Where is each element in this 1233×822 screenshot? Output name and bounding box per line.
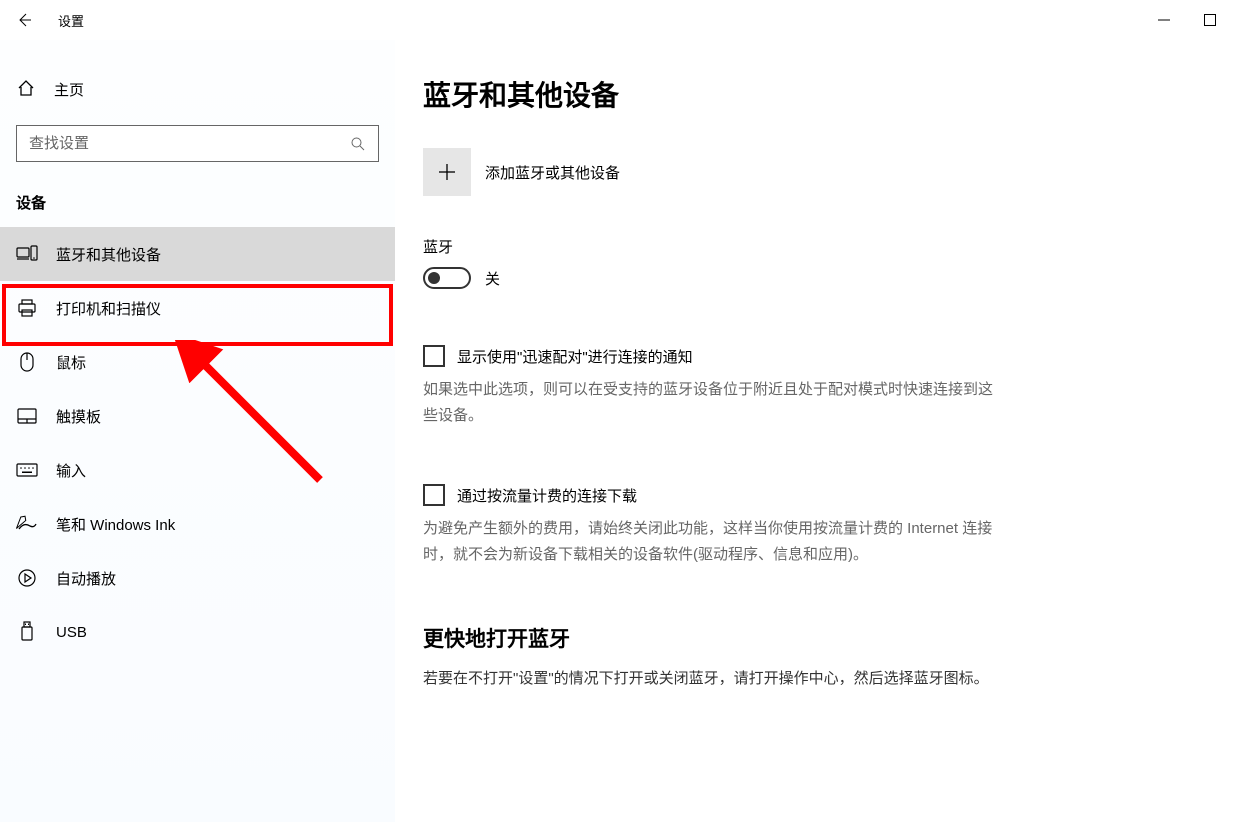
faster-bluetooth-body: 若要在不打开"设置"的情况下打开或关闭蓝牙，请打开操作中心，然后选择蓝牙图标。 xyxy=(423,667,1073,688)
quickpair-label: 显示使用"迅速配对"进行连接的通知 xyxy=(457,345,693,367)
home-link[interactable]: 主页 xyxy=(0,68,395,111)
search-input[interactable] xyxy=(29,135,348,152)
sidebar-item-pen-ink[interactable]: 笔和 Windows Ink xyxy=(0,497,395,551)
sidebar-item-label: 打印机和扫描仪 xyxy=(56,298,161,319)
search-icon xyxy=(348,134,368,154)
sidebar-item-usb[interactable]: USB xyxy=(0,605,395,659)
usb-icon xyxy=(16,621,38,643)
metered-label: 通过按流量计费的连接下载 xyxy=(457,484,637,506)
sidebar-item-label: 自动播放 xyxy=(56,568,116,589)
minimize-button[interactable] xyxy=(1141,0,1187,40)
devices-icon xyxy=(16,243,38,265)
arrow-left-icon xyxy=(16,12,32,28)
bluetooth-heading: 蓝牙 xyxy=(423,236,1183,257)
sidebar-item-mouse[interactable]: 鼠标 xyxy=(0,335,395,389)
home-label: 主页 xyxy=(54,79,84,100)
quickpair-description: 如果选中此选项，则可以在受支持的蓝牙设备位于附近且处于配对模式时快速连接到这些设… xyxy=(423,377,993,428)
faster-bluetooth-heading: 更快地打开蓝牙 xyxy=(423,623,1183,653)
toggle-knob xyxy=(428,272,440,284)
bluetooth-toggle[interactable] xyxy=(423,267,471,289)
main-content: 蓝牙和其他设备 添加蓝牙或其他设备 蓝牙 关 显示使用"迅速配对"进行连接的通知… xyxy=(395,40,1233,822)
add-device-label: 添加蓝牙或其他设备 xyxy=(485,162,620,183)
sidebar-item-label: 笔和 Windows Ink xyxy=(56,514,175,535)
home-icon xyxy=(16,78,36,101)
sidebar-item-label: USB xyxy=(56,624,87,641)
sidebar-item-bluetooth-devices[interactable]: 蓝牙和其他设备 xyxy=(0,227,395,281)
add-device-button[interactable]: 添加蓝牙或其他设备 xyxy=(423,148,1183,196)
metered-description: 为避免产生额外的费用，请始终关闭此功能，这样当你使用按流量计费的 Interne… xyxy=(423,516,993,567)
sidebar-item-label: 触摸板 xyxy=(56,406,101,427)
autoplay-icon xyxy=(16,567,38,589)
bluetooth-toggle-state: 关 xyxy=(485,268,500,289)
sidebar-item-label: 蓝牙和其他设备 xyxy=(56,244,161,265)
touchpad-icon xyxy=(16,405,38,427)
titlebar: 设置 xyxy=(0,0,1233,40)
sidebar-item-touchpad[interactable]: 触摸板 xyxy=(0,389,395,443)
sidebar-item-label: 鼠标 xyxy=(56,352,86,373)
sidebar-item-typing[interactable]: 输入 xyxy=(0,443,395,497)
keyboard-icon xyxy=(16,459,38,481)
sidebar: 主页 设备 蓝牙和其他设备 打印机和扫描仪 xyxy=(0,40,395,822)
metered-checkbox[interactable] xyxy=(423,484,445,506)
mouse-icon xyxy=(16,351,38,373)
back-button[interactable] xyxy=(8,4,40,36)
maximize-icon xyxy=(1204,14,1216,26)
minimize-icon xyxy=(1158,14,1170,26)
search-box[interactable] xyxy=(16,125,379,162)
sidebar-item-printers[interactable]: 打印机和扫描仪 xyxy=(0,281,395,335)
quickpair-checkbox[interactable] xyxy=(423,345,445,367)
sidebar-item-autoplay[interactable]: 自动播放 xyxy=(0,551,395,605)
sidebar-item-label: 输入 xyxy=(56,460,86,481)
maximize-button[interactable] xyxy=(1187,0,1233,40)
pen-icon xyxy=(16,513,38,535)
page-title: 蓝牙和其他设备 xyxy=(423,74,1183,114)
sidebar-section-title: 设备 xyxy=(0,182,395,227)
printer-icon xyxy=(16,297,38,319)
window-title: 设置 xyxy=(58,11,84,30)
plus-icon xyxy=(423,148,471,196)
